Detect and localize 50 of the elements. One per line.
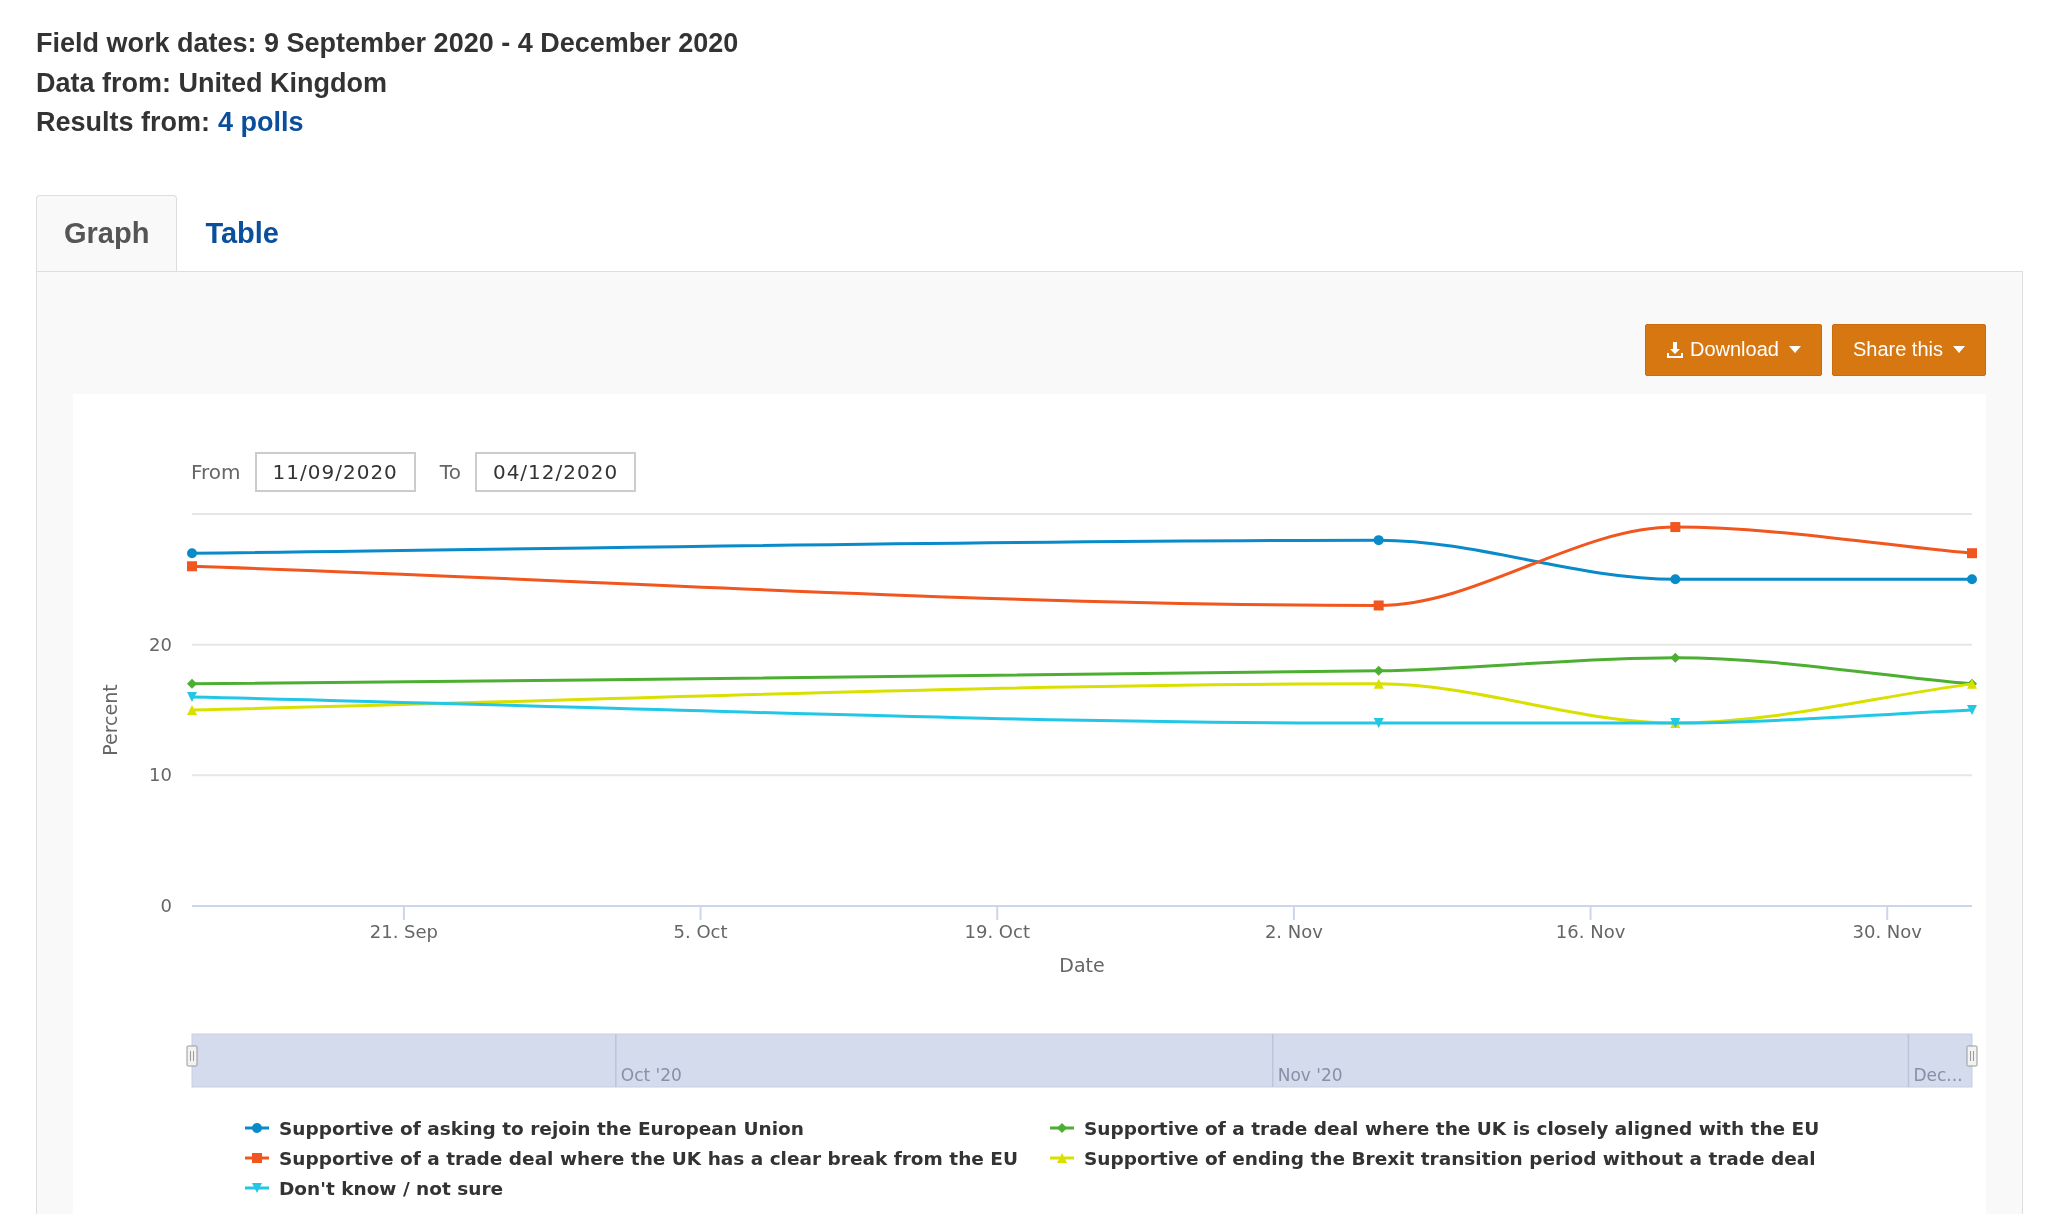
point bbox=[1670, 573, 1681, 584]
point bbox=[187, 678, 197, 689]
tab[interactable]: Table bbox=[177, 194, 307, 271]
point bbox=[187, 547, 197, 558]
navigator-label: Dec... bbox=[1913, 1064, 1963, 1085]
legend-item[interactable]: Supportive of ending the Brexit transition period without a trade deal bbox=[1050, 1147, 1816, 1169]
point bbox=[187, 704, 197, 715]
axis-tick-label: 5. Oct bbox=[673, 920, 728, 942]
from-label: From bbox=[191, 459, 241, 484]
download-icon bbox=[1666, 340, 1684, 359]
navigator-handle[interactable] bbox=[1966, 1045, 1978, 1066]
point bbox=[1670, 521, 1681, 532]
axis-tick-label: 19. Oct bbox=[964, 920, 1030, 942]
field-work-dates: Field work dates: 9 September 2020 - 4 December 2020 bbox=[36, 27, 740, 60]
from-date-field[interactable]: 11/09/2020 bbox=[254, 451, 416, 492]
point bbox=[1967, 547, 1977, 558]
axis-tick-label: 2. Nov bbox=[1264, 920, 1323, 942]
point bbox=[1373, 717, 1384, 728]
axis-tick-label: 20 bbox=[149, 633, 172, 655]
axis-tick-label: 16. Nov bbox=[1555, 920, 1626, 942]
legend-item[interactable]: Supportive of a trade deal where the UK has a clear break from the EU bbox=[245, 1147, 1018, 1169]
navigator-handle[interactable] bbox=[186, 1045, 198, 1066]
point bbox=[1373, 678, 1384, 689]
point bbox=[1670, 652, 1681, 663]
axis-title: Percent bbox=[99, 683, 121, 756]
axis-title: Date bbox=[1059, 953, 1105, 976]
to-date-field[interactable]: 04/12/2020 bbox=[474, 451, 637, 492]
data-from: Data from: United Kingdom bbox=[36, 66, 388, 100]
axis-tick-label: 10 bbox=[149, 763, 172, 785]
point bbox=[1967, 573, 1977, 584]
point bbox=[1373, 599, 1384, 610]
point bbox=[187, 691, 197, 702]
caret-icon bbox=[1788, 346, 1801, 353]
legend-item[interactable]: Don't know / not sure bbox=[245, 1177, 504, 1199]
caret-icon bbox=[1953, 346, 1965, 353]
navigator-label: Nov '20 bbox=[1277, 1064, 1343, 1085]
polls-link[interactable]: 4 polls bbox=[218, 103, 304, 143]
results-label: Results from: bbox=[36, 106, 211, 139]
legend-item[interactable]: Supportive of a trade deal where the UK is closely aligned with the EU bbox=[1050, 1117, 1820, 1139]
point bbox=[1373, 665, 1384, 676]
point bbox=[187, 560, 197, 571]
tab[interactable]: Graph bbox=[36, 194, 178, 271]
to-label: To bbox=[439, 459, 461, 484]
axis-tick-label: 21. Sep bbox=[369, 920, 439, 942]
point bbox=[1967, 704, 1977, 715]
legend-item[interactable]: Supportive of asking to rejoin the European Union bbox=[245, 1117, 804, 1139]
point bbox=[1373, 534, 1384, 545]
navigator-label: Oct '20 bbox=[620, 1064, 682, 1085]
axis-tick-label: 0 bbox=[160, 894, 172, 916]
axis-tick-label: 30. Nov bbox=[1852, 920, 1922, 942]
